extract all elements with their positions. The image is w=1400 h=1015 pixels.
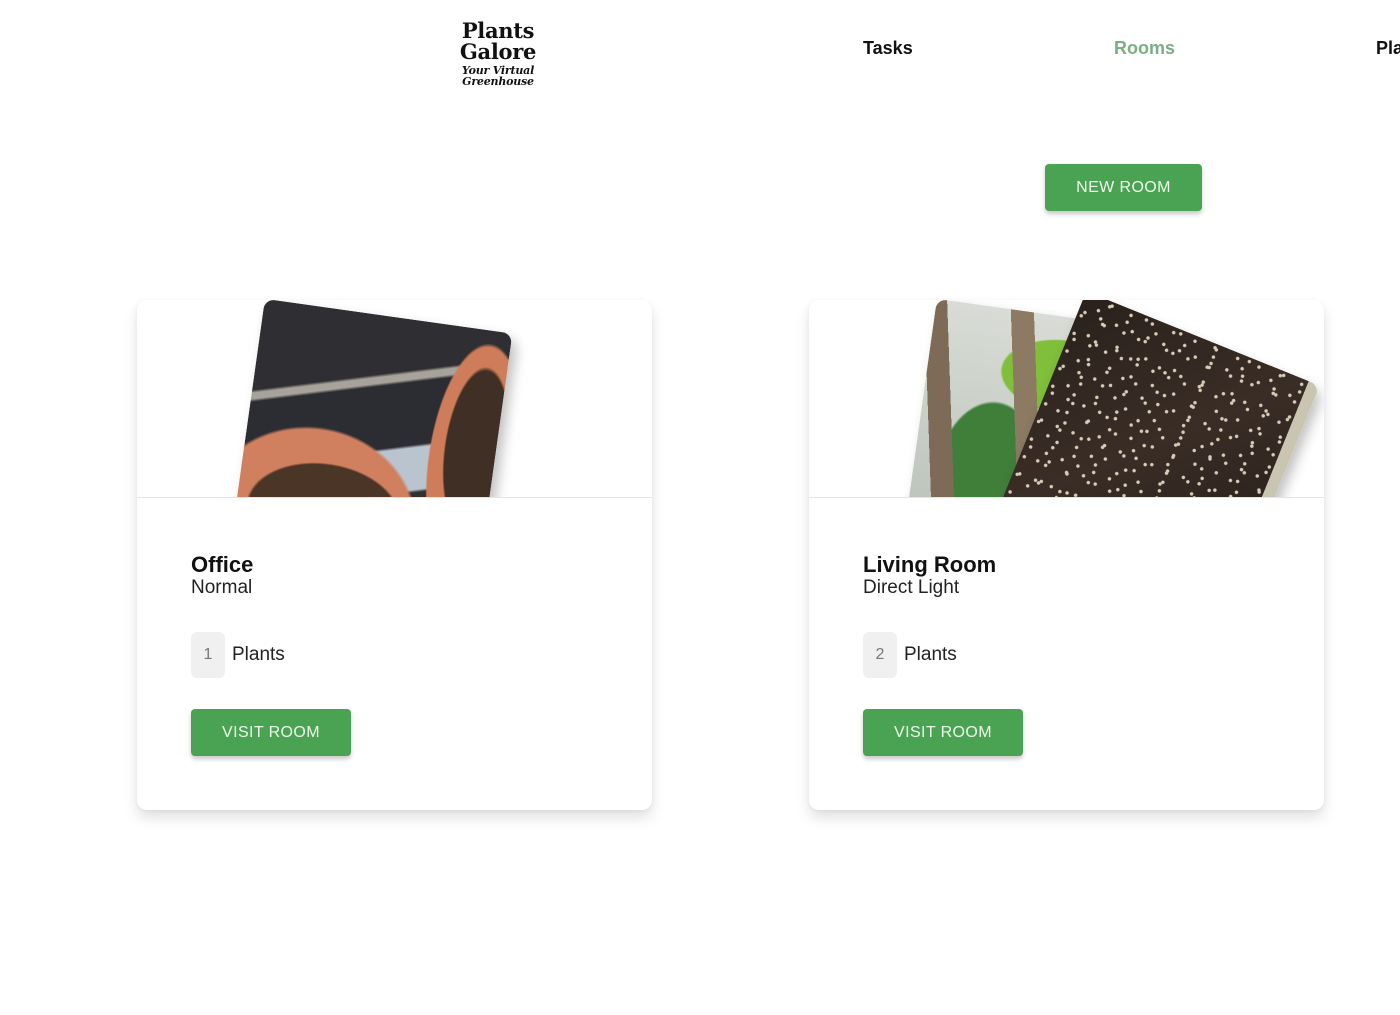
room-light-level: Normal	[191, 577, 253, 599]
plants-label: Plants	[232, 644, 285, 665]
app-logo[interactable]: Plants Galore Your Virtual Greenhouse	[432, 20, 564, 87]
plant-count-row: 2 Plants	[863, 632, 957, 678]
nav-rooms[interactable]: Rooms	[1114, 38, 1175, 59]
room-name: Living Room	[863, 552, 997, 577]
visit-room-button[interactable]: VISIT ROOM	[191, 709, 351, 756]
terracotta-pots-photo	[231, 300, 513, 497]
room-photos	[137, 300, 652, 498]
new-room-button[interactable]: NEW ROOM	[1045, 164, 1202, 211]
plant-count-badge: 1	[191, 632, 225, 678]
plants-label: Plants	[904, 644, 957, 665]
visit-room-button[interactable]: VISIT ROOM	[863, 709, 1023, 756]
room-photos	[809, 300, 1324, 498]
room-card-living-room: Living Room Direct Light 2 Plants VISIT …	[809, 300, 1324, 810]
room-light-level: Direct Light	[863, 577, 960, 599]
plant-count-row: 1 Plants	[191, 632, 285, 678]
plant-count-badge: 2	[863, 632, 897, 678]
room-info: Office Normal 1 Plants VISIT ROOM	[191, 552, 351, 756]
room-name: Office	[191, 552, 254, 577]
nav-plants[interactable]: Plants	[1376, 38, 1400, 59]
room-info: Living Room Direct Light 2 Plants VISIT …	[863, 552, 1023, 756]
logo-subtitle: Your Virtual Greenhouse	[461, 64, 535, 88]
room-card-office: Office Normal 1 Plants VISIT ROOM	[137, 300, 652, 810]
logo-title: Plants Galore	[459, 18, 537, 64]
nav-tasks[interactable]: Tasks	[863, 38, 913, 59]
